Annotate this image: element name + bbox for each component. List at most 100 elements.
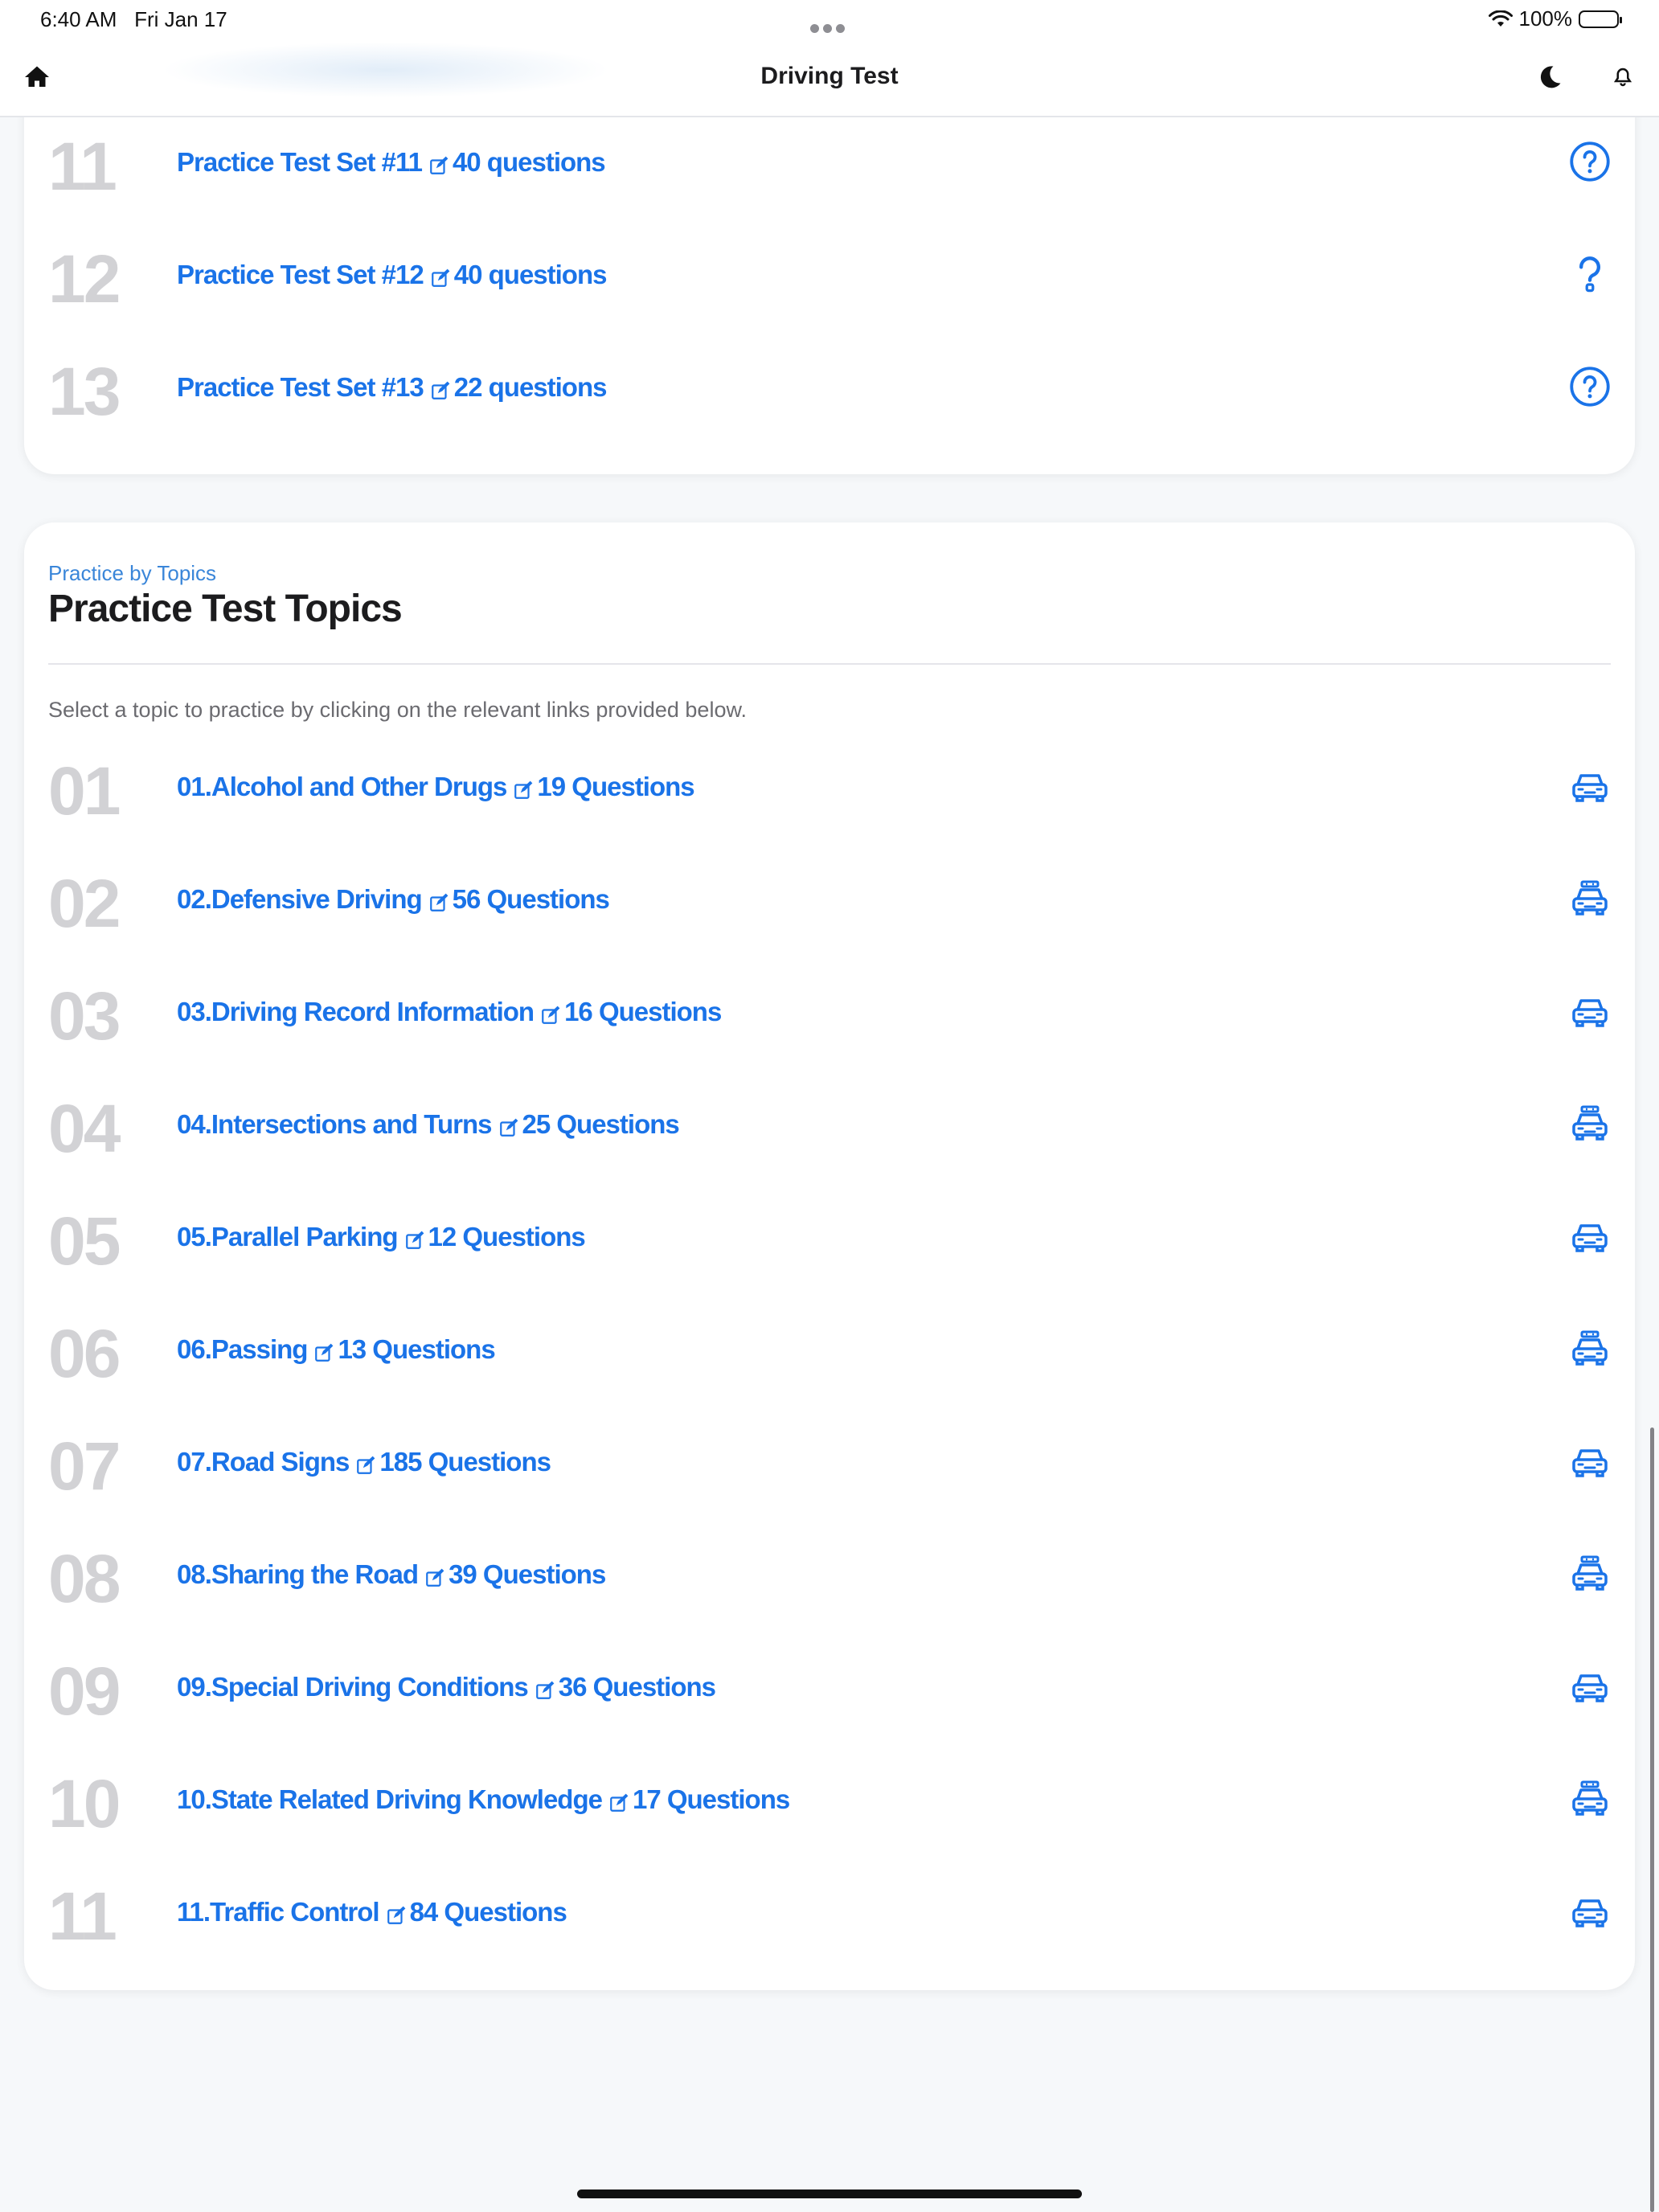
item-link[interactable]: 10.State Related Driving Knowledge 17 Que… xyxy=(177,1784,790,1815)
taxi-icon[interactable] xyxy=(1569,1103,1611,1145)
moon-icon[interactable] xyxy=(1535,63,1564,92)
section-heading: Practice Test Topics xyxy=(48,588,403,630)
edit-icon xyxy=(313,1339,334,1362)
list-item: 11 11.Traffic Control 84 Questions xyxy=(24,1858,1635,1971)
list-item: 04 04.Intersections and Turns 25 Questions xyxy=(24,1071,1635,1183)
battery-icon xyxy=(1579,10,1622,28)
edit-icon xyxy=(355,1452,376,1474)
taxi-icon[interactable] xyxy=(1569,1328,1611,1370)
section-intro: Select a topic to practice by clicking o… xyxy=(48,698,747,722)
item-link[interactable]: Practice Test Set #11 40 questions xyxy=(177,147,606,178)
list-item: 08 08.Sharing the Road 39 Questions xyxy=(24,1521,1635,1633)
item-link[interactable]: Practice Test Set #13 22 questions xyxy=(177,372,608,403)
edit-icon xyxy=(428,889,449,911)
item-count: 36 Questions xyxy=(558,1672,716,1702)
item-title: Practice Test Set #13 xyxy=(177,372,424,402)
navbar: Driving Test xyxy=(0,37,1659,117)
item-title: Practice Test Set #11 xyxy=(177,147,423,177)
item-number: 06 xyxy=(48,1316,121,1391)
list-item: 06 06.Passing 13 Questions xyxy=(24,1296,1635,1408)
item-number: 04 xyxy=(48,1091,121,1166)
edit-icon xyxy=(428,152,449,174)
list-item: 09 09.Special Driving Conditions 36 Questi… xyxy=(24,1633,1635,1746)
topics-card: Practice by Topics Practice Test Topics … xyxy=(24,522,1635,1990)
item-link[interactable]: 02.Defensive Driving 56 Questions xyxy=(177,884,610,915)
item-link[interactable]: 06.Passing 13 Questions xyxy=(177,1334,496,1365)
list-item: 11 Practice Test Set #11 40 questions xyxy=(24,109,1635,221)
item-count: 25 Questions xyxy=(522,1109,680,1139)
list-item: 10 10.State Related Driving Knowledge 17 Q… xyxy=(24,1746,1635,1858)
item-link[interactable]: 05.Parallel Parking 12 Questions xyxy=(177,1222,586,1252)
item-count: 17 Questions xyxy=(632,1784,790,1814)
item-count: 56 Questions xyxy=(452,884,610,914)
item-link[interactable]: 01.Alcohol and Other Drugs 19 Questions xyxy=(177,772,695,802)
list-item: 02 02.Defensive Driving 56 Questions xyxy=(24,846,1635,958)
taxi-icon[interactable] xyxy=(1569,1778,1611,1820)
page-title: Driving Test xyxy=(760,63,899,89)
edit-icon xyxy=(430,377,451,399)
item-count: 16 Questions xyxy=(564,997,722,1026)
item-number: 02 xyxy=(48,866,121,941)
edit-icon xyxy=(404,1227,425,1249)
status-bar: 6:40 AM Fri Jan 17 100% xyxy=(0,0,1659,37)
item-count: 12 Questions xyxy=(428,1222,586,1251)
item-number: 11 xyxy=(48,129,117,204)
item-title: 03.Driving Record Information xyxy=(177,997,535,1026)
item-count: 13 Questions xyxy=(338,1334,495,1364)
multitasking-dots-icon[interactable] xyxy=(810,14,849,33)
divider xyxy=(48,663,1611,665)
item-link[interactable]: 04.Intersections and Turns 25 Questions xyxy=(177,1109,680,1140)
edit-icon xyxy=(535,1677,555,1699)
item-number: 07 xyxy=(48,1428,121,1504)
item-link[interactable]: Practice Test Set #12 40 questions xyxy=(177,260,607,290)
status-right: 100% xyxy=(1488,6,1622,31)
item-title: 05.Parallel Parking xyxy=(177,1222,399,1251)
edit-icon xyxy=(540,1002,561,1024)
edit-icon xyxy=(513,776,534,799)
list-item: 01 01.Alcohol and Other Drugs 19 Questions xyxy=(24,733,1635,846)
item-title: 06.Passing xyxy=(177,1334,308,1364)
item-link[interactable]: 07.Road Signs 185 Questions xyxy=(177,1447,551,1477)
item-link[interactable]: 08.Sharing the Road 39 Questions xyxy=(177,1559,606,1590)
item-title: 09.Special Driving Conditions xyxy=(177,1672,529,1702)
item-title: 08.Sharing the Road xyxy=(177,1559,419,1589)
item-link[interactable]: 03.Driving Record Information 16 Question… xyxy=(177,997,722,1027)
item-number: 12 xyxy=(48,241,121,317)
home-indicator[interactable] xyxy=(577,2189,1082,2198)
item-number: 11 xyxy=(48,1878,117,1954)
question-mark-icon[interactable] xyxy=(1569,253,1611,295)
edit-icon xyxy=(386,1902,407,1924)
list-item: 07 07.Road Signs 185 Questions xyxy=(24,1408,1635,1521)
question-circle-icon[interactable] xyxy=(1569,141,1611,182)
car-icon[interactable] xyxy=(1569,1215,1611,1257)
bell-icon[interactable] xyxy=(1611,63,1635,92)
scrollbar[interactable] xyxy=(1650,1428,1654,2212)
item-number: 13 xyxy=(48,354,121,429)
item-title: 07.Road Signs xyxy=(177,1447,350,1477)
status-time: 6:40 AM Fri Jan 17 xyxy=(40,7,227,31)
battery-percent: 100% xyxy=(1518,6,1573,31)
item-title: 01.Alcohol and Other Drugs xyxy=(177,772,507,801)
section-eyebrow: Practice by Topics xyxy=(48,561,217,585)
car-icon[interactable] xyxy=(1569,990,1611,1032)
car-icon[interactable] xyxy=(1569,1665,1611,1707)
car-icon[interactable] xyxy=(1569,1890,1611,1932)
taxi-icon[interactable] xyxy=(1569,878,1611,920)
item-title: 10.State Related Driving Knowledge xyxy=(177,1784,603,1814)
edit-icon xyxy=(424,1564,445,1587)
item-count: 22 questions xyxy=(453,372,608,402)
list-item: 05 05.Parallel Parking 12 Questions xyxy=(24,1183,1635,1296)
car-icon[interactable] xyxy=(1569,1440,1611,1482)
practice-sets-card: 11 Practice Test Set #11 40 questions 12 Pra… xyxy=(24,72,1635,474)
item-title: Practice Test Set #12 xyxy=(177,260,424,289)
item-count: 40 questions xyxy=(452,147,606,177)
edit-icon xyxy=(430,264,451,287)
item-link[interactable]: 09.Special Driving Conditions 36 Question… xyxy=(177,1672,716,1702)
item-number: 03 xyxy=(48,978,121,1054)
item-link[interactable]: 11.Traffic Control 84 Questions xyxy=(177,1897,567,1927)
car-icon[interactable] xyxy=(1569,765,1611,807)
taxi-icon[interactable] xyxy=(1569,1553,1611,1595)
list-item: 13 Practice Test Set #13 22 questions xyxy=(24,334,1635,446)
item-number: 08 xyxy=(48,1541,121,1616)
question-circle-icon[interactable] xyxy=(1569,366,1611,408)
